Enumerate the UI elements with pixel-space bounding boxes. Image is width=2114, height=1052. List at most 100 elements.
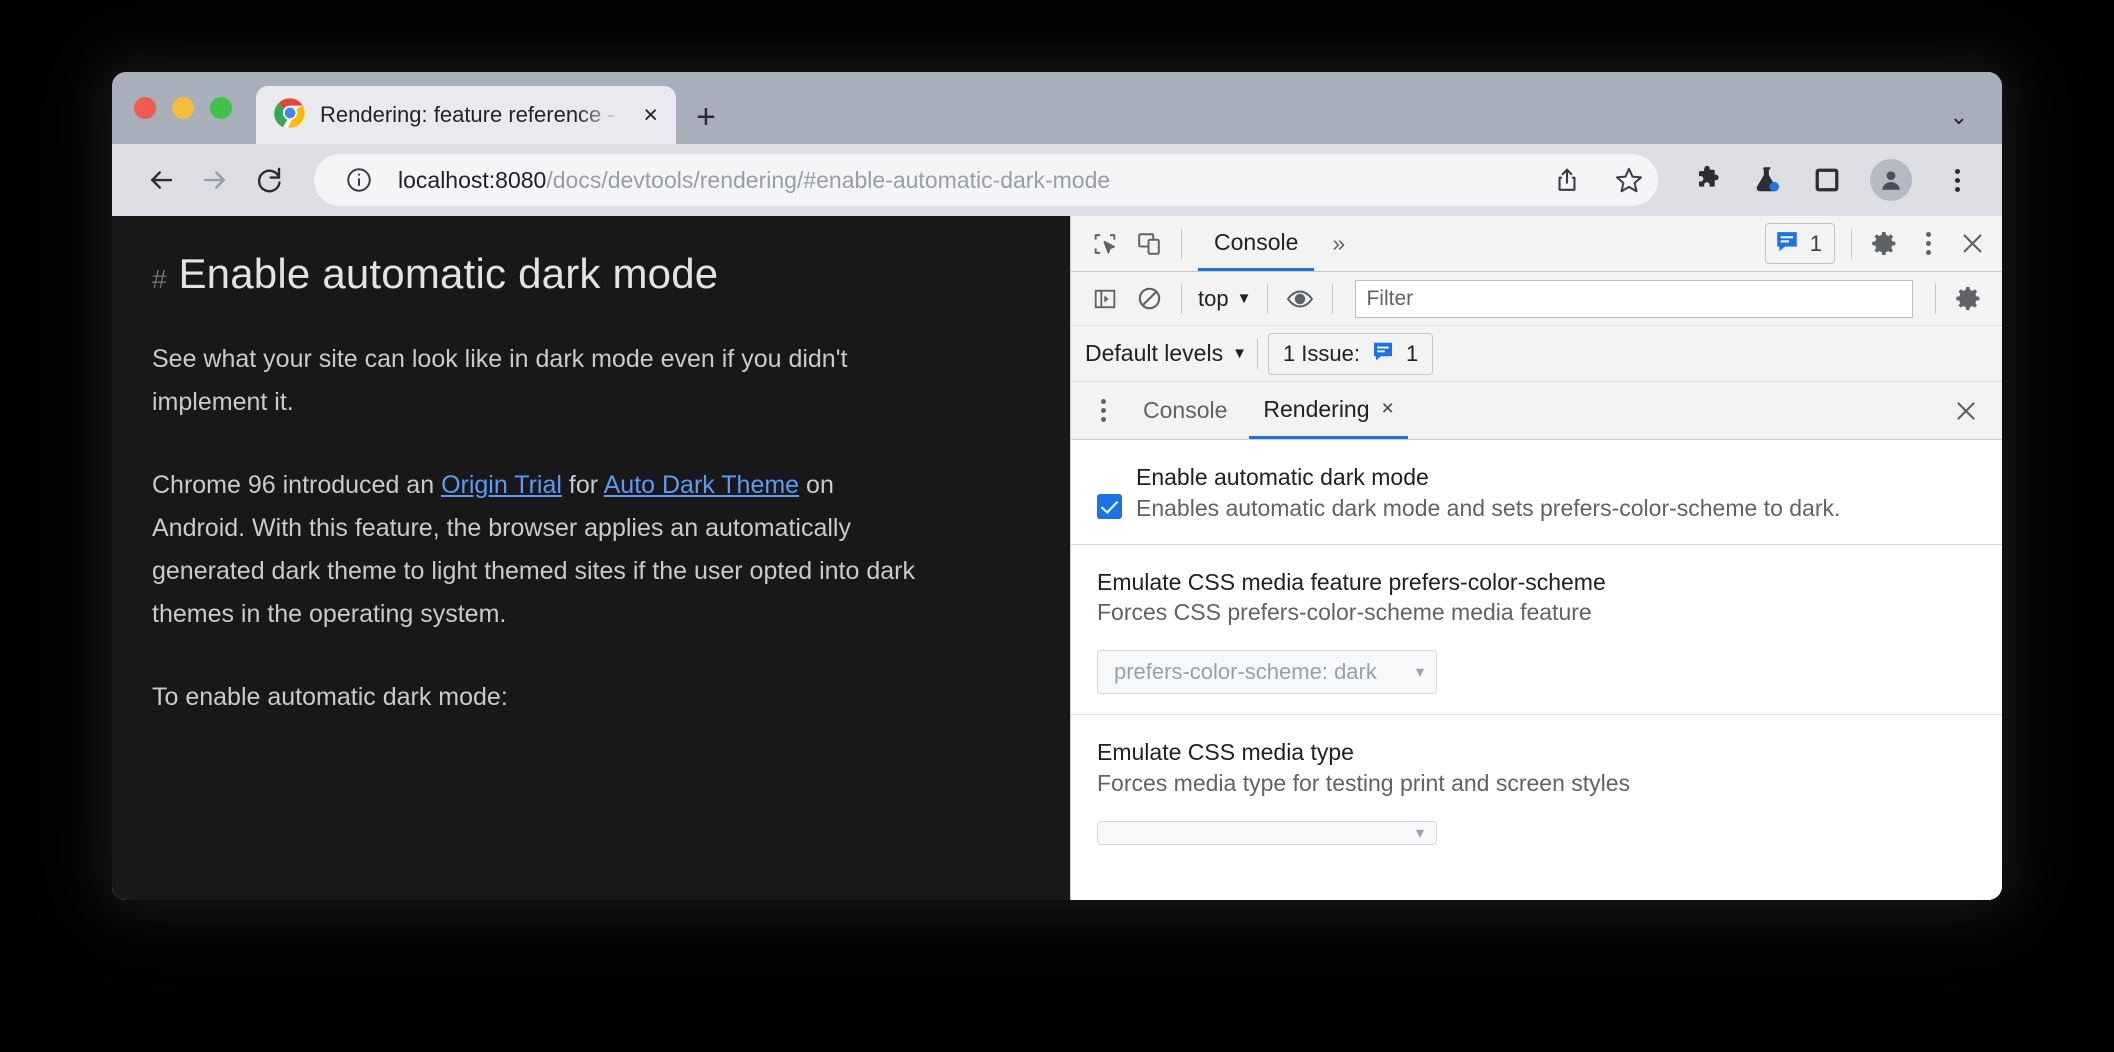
console-divider-4 [1935,283,1936,314]
heading-anchor-link[interactable]: # [152,264,166,295]
side-panel-icon[interactable] [1804,157,1850,203]
tab-strip: Rendering: feature reference - × + ⌄ [112,72,2002,144]
new-tab-button[interactable]: + [696,100,716,134]
auto-dark-theme-link[interactable]: Auto Dark Theme [604,471,799,499]
media-type-description: Forces media type for testing print and … [1097,770,1631,797]
zoom-window-button[interactable] [210,97,232,119]
rendering-setting-auto-dark-mode: Enable automatic dark mode Enables autom… [1071,458,2002,544]
devtools-close-icon[interactable] [1950,222,1994,266]
drawer-close-icon[interactable] [1944,389,1988,433]
drawer-tab-console-label: Console [1143,397,1228,423]
prefers-color-scheme-description: Forces CSS prefers-color-scheme media fe… [1097,599,1592,626]
browser-window: Rendering: feature reference - × + ⌄ loc… [112,72,2002,900]
profile-avatar[interactable] [1870,159,1912,201]
share-icon[interactable] [1544,157,1590,203]
console-toolbar: top ▼ Filter [1071,272,2002,326]
console-divider-3 [1332,283,1334,314]
drawer-tab-rendering-label: Rendering [1263,395,1370,422]
device-toolbar-icon[interactable] [1127,222,1171,266]
close-window-button[interactable] [134,97,156,119]
rendering-setting-media-type: Emulate CSS media type Forces media type… [1071,714,2002,865]
log-levels-value: Default levels [1085,340,1224,366]
issues-badge[interactable]: 1 [1764,223,1835,264]
devtools-tab-console[interactable]: Console [1198,216,1315,271]
console-settings-gear-icon[interactable] [1946,277,1990,321]
page-paragraph-2: Chrome 96 introduced an Origin Trial for… [152,464,922,636]
devtools-main-toolbar: Console » 1 [1071,216,2002,272]
window-controls [134,72,256,144]
auto-dark-mode-title: Enable automatic dark mode [1136,464,1429,490]
chevron-down-icon: ▼ [1236,290,1252,307]
paragraph2-part2: for [561,471,604,499]
chevron-down-icon: ▼ [1232,345,1247,362]
browser-toolbar: localhost:8080/docs/devtools/rendering/#… [112,144,2002,216]
browser-menu-icon[interactable] [1934,157,1980,203]
tab-search-chevron-down-icon[interactable]: ⌄ [1950,104,1968,130]
toolbar-divider-2 [1851,228,1852,259]
page-paragraph-3: To enable automatic dark mode: [152,683,508,711]
console-divider-1 [1181,283,1182,314]
address-bar[interactable]: localhost:8080/docs/devtools/rendering/#… [314,154,1658,206]
live-expression-eye-icon[interactable] [1278,277,1322,321]
url-path: /docs/devtools/rendering/#enable-automat… [546,166,1111,193]
page-paragraph-1: See what your site can look like in dark… [152,345,848,416]
web-page-content: # Enable automatic dark mode See what yo… [112,216,1070,900]
site-info-icon[interactable] [336,157,382,203]
reload-button[interactable] [246,157,292,203]
issues-speech-bubble-icon [1371,339,1395,369]
auto-dark-mode-description: Enables automatic dark mode and sets pre… [1136,494,1841,521]
toolbar-divider [1181,228,1182,259]
inspect-element-icon[interactable] [1083,222,1127,266]
viewport: # Enable automatic dark mode See what yo… [112,216,2002,900]
auto-dark-mode-checkbox[interactable] [1097,494,1122,519]
url-host: localhost:8080 [398,166,547,193]
execution-context-select[interactable]: top ▼ [1192,286,1257,312]
prefers-color-scheme-select[interactable]: prefers-color-scheme: dark ▾ [1097,650,1437,695]
media-type-title: Emulate CSS media type [1097,739,1354,766]
tab-title: Rendering: feature reference - [320,102,615,127]
paragraph2-part1: Chrome 96 introduced an [152,471,442,499]
rendering-panel-content: Enable automatic dark mode Enables autom… [1071,440,2002,900]
drawer-tab-console[interactable]: Console [1129,382,1241,439]
page-heading-row: # Enable automatic dark mode [152,250,1026,298]
chevron-down-icon: ▾ [1415,824,1424,842]
issues-speech-bubble-icon [1774,228,1800,259]
forward-button[interactable] [192,157,238,203]
drawer-tab-rendering[interactable]: Rendering × [1249,382,1408,439]
tab-close-button[interactable]: × [639,102,662,128]
log-levels-select[interactable]: Default levels ▼ [1085,340,1247,367]
issue-summary-button[interactable]: 1 Issue: 1 [1267,332,1434,375]
prefers-color-scheme-title: Emulate CSS media feature prefers-color-… [1097,568,1606,595]
levels-divider [1256,338,1258,369]
origin-trial-link[interactable]: Origin Trial [441,471,562,499]
browser-tab[interactable]: Rendering: feature reference - × [256,86,676,144]
bookmark-star-icon[interactable] [1606,157,1652,203]
page-title: Enable automatic dark mode [178,250,719,297]
rendering-setting-prefers-color-scheme: Emulate CSS media feature prefers-color-… [1071,543,2002,715]
media-type-select[interactable]: ▾ [1097,820,1437,845]
console-levels-toolbar: Default levels ▼ 1 Issue: 1 [1071,326,2002,382]
issue-summary-count: 1 [1405,340,1419,366]
back-button[interactable] [138,157,184,203]
console-sidebar-icon[interactable] [1083,277,1127,321]
drawer-tab-bar: Console Rendering × [1071,382,2002,440]
execution-context-value: top [1198,285,1229,311]
address-bar-text: localhost:8080/docs/devtools/rendering/#… [398,167,1528,194]
experiments-flask-icon[interactable] [1744,157,1790,203]
drawer-tab-rendering-close-icon[interactable]: × [1382,397,1394,421]
gear-icon[interactable] [1862,222,1906,266]
issue-summary-label: 1 Issue: [1282,340,1360,366]
console-filter-placeholder: Filter [1366,286,1414,310]
extensions-puzzle-icon[interactable] [1684,157,1730,203]
more-tabs-chevron-icon[interactable]: » [1314,230,1363,257]
clear-console-icon[interactable] [1127,277,1171,321]
chrome-favicon-icon [274,97,306,134]
drawer-menu-icon[interactable] [1081,389,1125,433]
issues-count: 1 [1809,230,1822,256]
chevron-down-icon: ▾ [1415,664,1424,682]
console-divider-2 [1267,283,1269,314]
minimize-window-button[interactable] [172,97,194,119]
devtools-panel: Console » 1 top ▼ Filter Default levels … [1070,216,2002,900]
devtools-menu-icon[interactable] [1906,222,1950,266]
console-filter-input[interactable]: Filter [1355,279,1913,318]
